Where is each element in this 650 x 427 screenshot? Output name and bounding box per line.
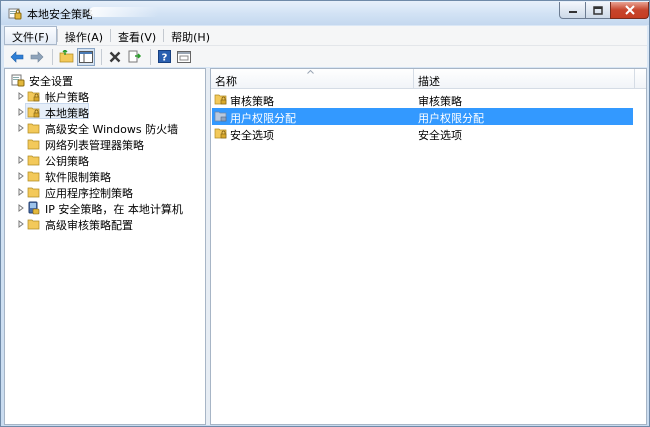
svg-text:?: ? — [161, 53, 167, 64]
export-list-button[interactable] — [126, 48, 144, 66]
tree-pane[interactable]: 安全设置 帐户策略 本地策略 高级安全 Windows 防火墙 网络列表管理器策… — [4, 68, 206, 425]
close-icon — [624, 5, 635, 15]
tree-item-software-restriction[interactable]: 软件限制策略 — [5, 168, 205, 184]
row-name: 安全选项 — [230, 129, 274, 142]
sort-ascending-icon — [307, 70, 314, 74]
show-hide-tree-icon — [79, 50, 93, 63]
tree-item-label: 公钥策略 — [45, 155, 89, 168]
tree-root[interactable]: 安全设置 — [5, 72, 205, 88]
forward-arrow-icon — [30, 50, 44, 63]
folder-icon — [27, 123, 40, 134]
expand-arrow-icon[interactable] — [17, 92, 25, 100]
column-header-filler — [635, 69, 646, 89]
window-title: 本地安全策略 — [27, 8, 93, 21]
expand-arrow-icon[interactable] — [17, 108, 25, 116]
console-button[interactable] — [175, 48, 193, 66]
toolbar-separator — [52, 48, 53, 65]
list-pane[interactable]: 名称 描述 审核策略 审核策略 用户权限分配 用户权限分配 安全选项 安全选项 — [210, 68, 647, 425]
maximize-icon — [593, 5, 603, 15]
row-description: 审核策略 — [418, 95, 462, 108]
expand-arrow-icon[interactable] — [17, 172, 25, 180]
minimize-icon — [568, 11, 577, 13]
menu-file[interactable]: 文件(F) — [4, 26, 57, 45]
toolbar-separator — [150, 48, 151, 65]
folder-lock-icon — [27, 107, 40, 118]
security-settings-icon — [11, 74, 25, 87]
tree-item-label: IP 安全策略，在 本地计算机 — [45, 203, 183, 216]
row-name: 用户权限分配 — [230, 112, 296, 125]
tree-root-label: 安全设置 — [29, 75, 73, 88]
folder-icon — [27, 219, 40, 230]
folder-lock-icon — [214, 94, 227, 105]
row-description: 安全选项 — [418, 129, 462, 142]
expand-arrow-icon[interactable] — [17, 188, 25, 196]
ip-security-icon — [28, 201, 40, 215]
menu-bar: 文件(F) 操作(A) 查看(V) 帮助(H) — [4, 26, 647, 45]
tree-item-label: 高级安全 Windows 防火墙 — [45, 123, 179, 136]
folder-icon — [27, 187, 40, 198]
help-icon: ? — [157, 50, 171, 64]
toolbar: ? — [4, 45, 647, 67]
expand-arrow-icon[interactable] — [17, 220, 25, 228]
folder-icon — [27, 139, 40, 150]
list-row-audit-policy[interactable]: 审核策略 审核策略 — [212, 91, 633, 108]
tree-item-app-control[interactable]: 应用程序控制策略 — [5, 184, 205, 200]
export-list-icon — [128, 50, 142, 63]
toolbar-separator — [101, 48, 102, 65]
up-folder-icon — [59, 50, 73, 63]
tree-item-account-policy[interactable]: 帐户策略 — [5, 88, 205, 104]
tree-item-local-policy[interactable]: 本地策略 — [5, 104, 205, 120]
menu-action[interactable]: 操作(A) — [58, 26, 110, 45]
title-bar[interactable]: 本地安全策略 — [1, 1, 649, 25]
list-row-security-options[interactable]: 安全选项 安全选项 — [212, 125, 633, 142]
menu-view[interactable]: 查看(V) — [111, 26, 163, 45]
tree-item-label: 网络列表管理器策略 — [45, 139, 144, 152]
expand-arrow-icon[interactable] — [17, 156, 25, 164]
close-button[interactable] — [610, 2, 649, 19]
security-policy-icon — [8, 8, 22, 20]
folder-lock-icon — [27, 91, 40, 102]
list-row-user-rights[interactable]: 用户权限分配 用户权限分配 — [212, 108, 633, 125]
tree-item-advanced-audit[interactable]: 高级审核策略配置 — [5, 216, 205, 232]
up-level-button[interactable] — [57, 48, 75, 66]
tree-item-label: 高级审核策略配置 — [45, 219, 133, 232]
tree-item-label: 应用程序控制策略 — [45, 187, 133, 200]
folder-icon — [27, 155, 40, 166]
row-description: 用户权限分配 — [418, 112, 484, 125]
column-header-name[interactable]: 名称 — [211, 69, 413, 89]
forward-button[interactable] — [28, 48, 46, 66]
back-button[interactable] — [8, 48, 26, 66]
minimize-button[interactable] — [559, 2, 586, 19]
tree-item-label: 本地策略 — [45, 107, 89, 120]
show-hide-tree-button[interactable] — [77, 47, 95, 66]
tree-item-network-list[interactable]: 网络列表管理器策略 — [5, 136, 205, 152]
title-blur — [89, 7, 159, 17]
delete-button[interactable] — [106, 48, 124, 66]
folder-lock-icon — [214, 111, 227, 122]
maximize-button[interactable] — [585, 2, 611, 19]
tree-item-firewall[interactable]: 高级安全 Windows 防火墙 — [5, 120, 205, 136]
column-header-label: 名称 — [215, 75, 237, 88]
help-button[interactable]: ? — [155, 48, 173, 66]
delete-icon — [109, 51, 121, 62]
folder-icon — [27, 171, 40, 182]
column-header-description[interactable]: 描述 — [414, 69, 634, 89]
app-window: 本地安全策略 文件(F) 操作(A) 查看(V) 帮助(H) ? 安全设置 帐户… — [0, 0, 650, 427]
tree-item-public-key[interactable]: 公钥策略 — [5, 152, 205, 168]
back-arrow-icon — [10, 50, 24, 63]
tree-item-ip-security[interactable]: IP 安全策略，在 本地计算机 — [5, 200, 205, 216]
folder-lock-icon — [214, 128, 227, 139]
row-name: 审核策略 — [230, 95, 274, 108]
console-icon — [177, 50, 191, 63]
column-header-label: 描述 — [418, 75, 440, 88]
menu-help[interactable]: 帮助(H) — [164, 26, 217, 45]
expand-arrow-icon[interactable] — [17, 124, 25, 132]
expand-arrow-icon[interactable] — [17, 204, 25, 212]
tree-item-label: 软件限制策略 — [45, 171, 111, 184]
